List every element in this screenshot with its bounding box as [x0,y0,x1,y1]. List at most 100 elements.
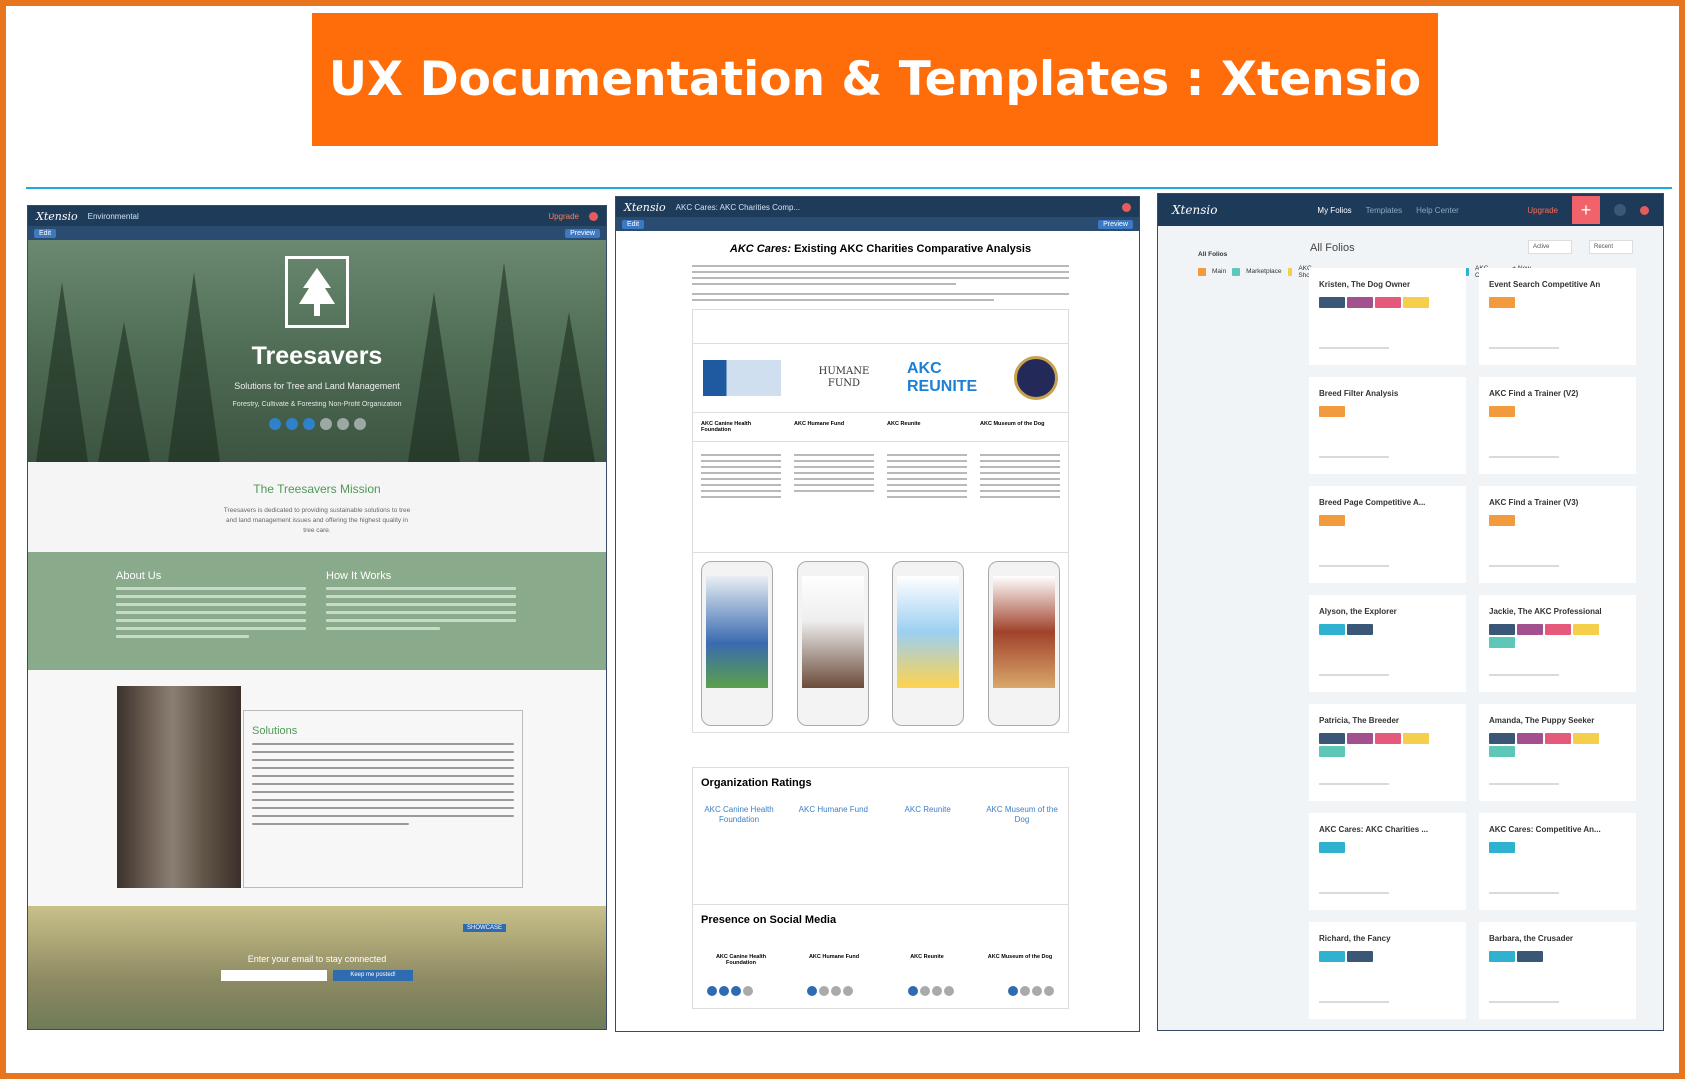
folio-card[interactable]: Breed Filter Analysis [1309,377,1466,474]
sidebar-channel-1[interactable]: Marketplace [1232,263,1282,280]
last-updated-text [1319,1001,1389,1003]
last-updated-text [1489,892,1559,894]
folio-tags [1489,733,1626,757]
column-header: AKC Humane Fund [794,421,845,427]
slide-title: UX Documentation & Templates : Xtensio [328,52,1422,107]
canine-health-foundation-logo [703,360,781,396]
channel-tag [1319,515,1345,526]
user-avatar-icon[interactable] [1122,202,1131,212]
upgrade-link[interactable]: Upgrade [1527,206,1558,215]
channel-tag [1319,951,1345,962]
linkedin-icon[interactable] [302,418,315,430]
folio-card[interactable]: Kristen, The Dog Owner [1309,268,1466,365]
folio-title: Patricia, The Breeder [1319,716,1400,725]
folio-card[interactable]: Breed Page Competitive A... [1309,486,1466,583]
folio-title: AKC Find a Trainer (V2) [1489,389,1579,398]
column-header: AKC Canine Health Foundation [701,421,752,433]
status-filter-dropdown[interactable]: Active [1528,240,1572,254]
showcase-tag[interactable]: SHOWCASE [462,924,506,932]
email-input[interactable] [221,970,327,981]
channel-tag [1517,733,1543,744]
channel-color-swatch [1287,267,1293,276]
preview-button[interactable]: Preview [1098,219,1133,229]
solutions-section: Solutions [28,670,606,906]
channel-tag [1375,297,1401,308]
sidebar-all-folios[interactable]: All Folios [1198,251,1227,258]
folios-heading: All Folios [1310,242,1355,254]
folio-card[interactable]: AKC Cares: Competitive An... [1479,813,1636,910]
last-updated-text [1489,347,1559,349]
user-avatar-icon[interactable] [589,211,598,221]
folio-card[interactable]: Barbara, the Crusader [1479,922,1636,1019]
folio-card[interactable]: Amanda, The Puppy Seeker [1479,704,1636,801]
social-icons [28,418,606,430]
folio-card[interactable]: Richard, the Fancy [1309,922,1466,1019]
new-folio-button[interactable]: + [1572,196,1600,224]
column-header: AKC Museum of the Dog [980,421,1045,427]
folio-title: Breed Page Competitive A... [1319,498,1426,507]
folio-breadcrumb[interactable]: AKC Cares: AKC Charities Comp... [676,203,800,212]
app-top-bar: Xtensio AKC Cares: AKC Charities Comp... [616,197,1139,217]
keep-me-posted-button[interactable]: Keep me posted! [333,970,413,981]
nav-help-center[interactable]: Help Center [1416,206,1459,215]
channel-tag [1545,624,1571,635]
upgrade-link[interactable]: Upgrade [548,212,579,221]
edit-button[interactable]: Edit [622,219,645,229]
document-title: AKC Cares: Existing AKC Charities Compar… [729,243,1032,255]
folio-card[interactable]: Patricia, The Breeder [1309,704,1466,801]
folio-title: Event Search Competitive An [1489,280,1601,289]
nav-my-folios[interactable]: My Folios [1317,206,1351,215]
phone-mockup [701,561,773,726]
social-column: AKC Humane Fund [808,954,860,960]
mobile-screenshots [693,552,1068,732]
hero-subtitle: Solutions for Tree and Land Management [234,381,400,391]
twitter-icon[interactable] [285,418,298,430]
folio-title: Amanda, The Puppy Seeker [1489,716,1595,725]
folio-tags [1489,842,1626,853]
edit-button[interactable]: Edit [34,228,57,238]
last-updated-text [1319,347,1389,349]
notification-icon[interactable] [1640,205,1649,215]
ratings-table: Organization Ratings AKC Canine Health F… [692,767,1069,905]
charity-logos: HUMANE FUND AKC REUNITE [693,344,1068,412]
folio-card[interactable]: Jackie, The AKC Professional [1479,595,1636,692]
charities-table: HUMANE FUND AKC REUNITE AKC Canine Healt… [692,309,1069,733]
link-icon[interactable] [353,418,366,430]
facebook-icon[interactable] [268,418,281,430]
folio-card[interactable]: Event Search Competitive An [1479,268,1636,365]
mission-title: The Treesavers Mission [253,482,381,496]
folio-card[interactable]: AKC Find a Trainer (V2) [1479,377,1636,474]
humane-fund-logo: HUMANE FUND [818,366,870,389]
folio-title: AKC Cares: AKC Charities ... [1319,825,1429,834]
nav-templates[interactable]: Templates [1366,206,1402,215]
channel-label: Main [1212,268,1227,275]
intro-text [692,265,1069,301]
solutions-box: Solutions [243,710,523,888]
channel-tag [1319,297,1345,308]
folio-tab[interactable]: Environmental [88,212,139,221]
last-updated-text [1489,1001,1559,1003]
channel-color-swatch [1232,267,1241,276]
folio-card[interactable]: AKC Cares: AKC Charities ... [1309,813,1466,910]
hero-tagline: Forestry, Cultivate & Foresting Non-Prof… [232,401,402,408]
preview-button[interactable]: Preview [565,228,600,238]
social-icon-rows [693,974,1068,1008]
sort-dropdown[interactable]: Recent [1589,240,1633,254]
folio-tags [1319,624,1456,635]
last-updated-text [1489,783,1559,785]
last-updated-text [1489,456,1559,458]
social-title: Presence on Social Media [701,914,837,926]
channel-tag [1347,951,1373,962]
channel-tag [1489,406,1515,417]
google-plus-icon[interactable] [319,418,332,430]
how-it-works-text [326,587,516,630]
account-menu-icon[interactable] [1614,204,1626,216]
channel-tag [1517,951,1543,962]
folio-card[interactable]: Alyson, the Explorer [1309,595,1466,692]
instagram-icon[interactable] [336,418,349,430]
sidebar-channel-0[interactable]: Main [1198,263,1226,280]
newsletter-section: SHOWCASE Enter your email to stay connec… [28,906,606,1029]
folio-card[interactable]: AKC Find a Trainer (V3) [1479,486,1636,583]
edit-bar: Edit Preview [616,217,1139,231]
channel-tag [1319,406,1345,417]
